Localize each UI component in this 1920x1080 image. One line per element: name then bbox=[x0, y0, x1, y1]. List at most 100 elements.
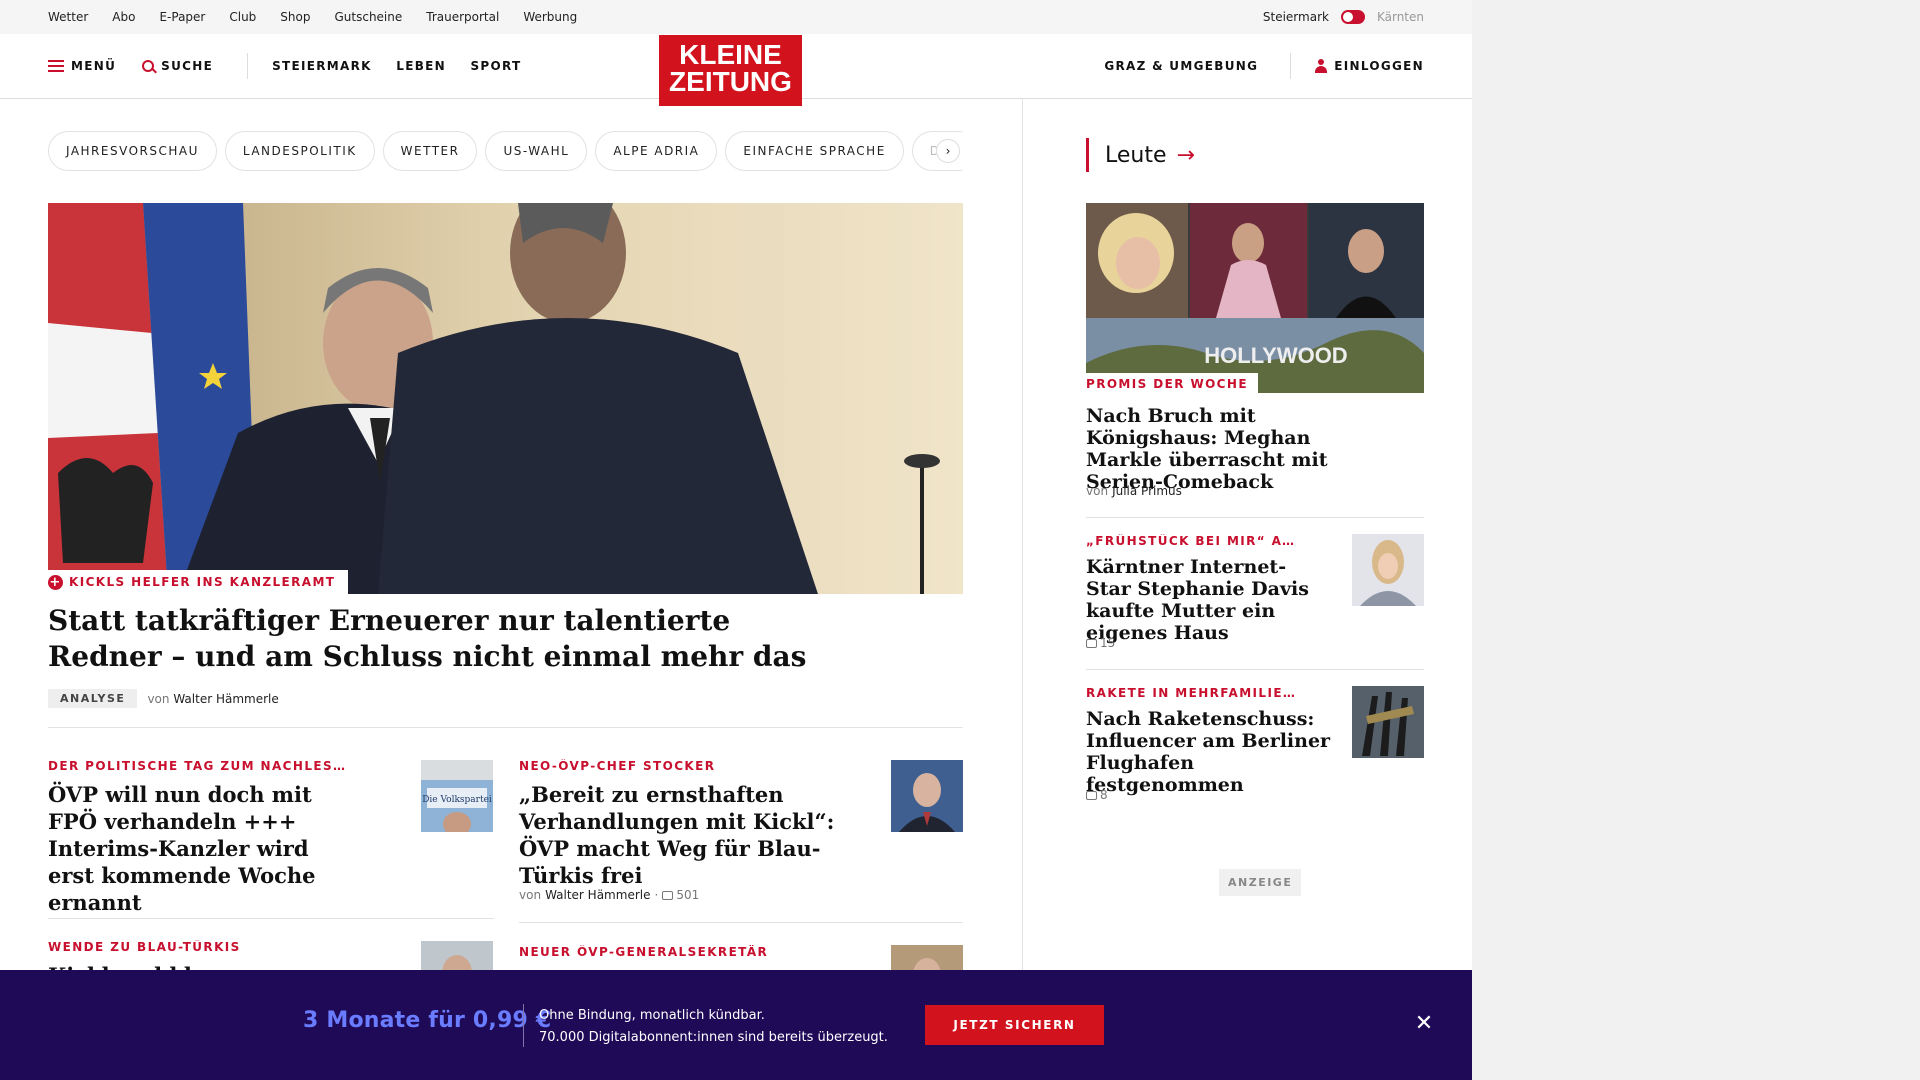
site-logo[interactable]: KLEINE ZEITUNG bbox=[659, 35, 802, 106]
nav-sport[interactable]: SPORT bbox=[470, 59, 521, 73]
comment-count-value: 8 bbox=[1100, 788, 1108, 802]
thumbnail-photo: Die Volkspartei bbox=[421, 760, 493, 832]
banner-line-2: 70.000 Digitalabonnent:innen sind bereit… bbox=[539, 1030, 888, 1045]
subscribe-button[interactable]: JETZT SICHERN bbox=[925, 1005, 1104, 1045]
utility-link-wetter[interactable]: Wetter bbox=[48, 10, 88, 24]
login-label: EINLOGGEN bbox=[1334, 59, 1424, 73]
sidebar-section-header[interactable]: Leute → bbox=[1086, 138, 1195, 172]
sidebar-article-thumbnail[interactable] bbox=[1352, 534, 1424, 606]
comment-icon bbox=[662, 890, 674, 900]
arrow-right-icon: → bbox=[1176, 142, 1195, 168]
topic-pills: JAHRESVORSCHAU LANDESPOLITIK WETTER US-W… bbox=[48, 131, 963, 171]
utility-link-gutscheine[interactable]: Gutscheine bbox=[334, 10, 402, 24]
utility-link-trauerportal[interactable]: Trauerportal bbox=[426, 10, 499, 24]
hero-kicker-text: KICKLS HELFER INS KANZLERAMT bbox=[69, 575, 336, 589]
hero-kicker[interactable]: + KICKLS HELFER INS KANZLERAMT bbox=[48, 570, 349, 594]
sidebar-article[interactable]: RAKETE IN MEHRFAMILIEN... Nach Raketensc… bbox=[1086, 686, 1330, 796]
article-thumbnail[interactable]: Die Volkspartei bbox=[421, 760, 493, 832]
article-card[interactable]: NEO-ÖVP-CHEF STOCKER „Bereit zu ernsthaf… bbox=[519, 759, 859, 889]
byline-prefix: von bbox=[1086, 484, 1109, 498]
top-utility-bar: Wetter Abo E-Paper Club Shop Gutscheine … bbox=[0, 0, 1472, 34]
divider bbox=[48, 727, 963, 728]
banner-line-1: Ohne Bindung, monatlich kündbar. bbox=[539, 1008, 765, 1023]
search-label: SUCHE bbox=[161, 59, 214, 73]
topic-pill[interactable]: WETTER bbox=[382, 131, 478, 171]
article-title[interactable]: Kärntner Internet-Star Stephanie Davis k… bbox=[1086, 556, 1326, 644]
user-icon bbox=[1315, 59, 1328, 73]
analysis-tag: ANALYSE bbox=[48, 689, 138, 708]
article-title[interactable]: „Bereit zu ernsthaften Verhandlungen mit… bbox=[519, 781, 859, 889]
article-card[interactable]: DER POLITISCHE TAG ZUM NACHLESEN ÖVP wil… bbox=[48, 759, 348, 916]
article-kicker: DER POLITISCHE TAG ZUM NACHLESEN bbox=[48, 759, 348, 773]
author-name[interactable]: Walter Hämmerle bbox=[545, 888, 650, 902]
hero-byline: von Walter Hämmerle bbox=[147, 692, 278, 706]
region-toggle[interactable] bbox=[1340, 10, 1365, 24]
article-title[interactable]: Nach Raketenschuss: Influencer am Berlin… bbox=[1086, 708, 1336, 796]
topic-pill[interactable]: US-WAHL bbox=[485, 131, 588, 171]
nav-steiermark[interactable]: STEIERMARK bbox=[272, 59, 372, 73]
search-button[interactable]: SUCHE bbox=[142, 59, 213, 73]
comment-count[interactable]: 501 bbox=[662, 888, 699, 902]
sidebar-article-thumbnail[interactable] bbox=[1352, 686, 1424, 758]
comment-count[interactable]: 15 bbox=[1086, 636, 1115, 650]
utility-link-werbung[interactable]: Werbung bbox=[523, 10, 577, 24]
article-card[interactable]: NEUER ÖVP-GENERALSEKRETÄR bbox=[519, 945, 859, 967]
close-banner-button[interactable]: ✕ bbox=[1409, 1008, 1439, 1038]
logo-line-2: ZEITUNG bbox=[669, 66, 792, 97]
hero-photo bbox=[48, 203, 963, 594]
section-nav: STEIERMARK LEBEN SPORT bbox=[272, 59, 540, 73]
article-kicker: WENDE ZU BLAU-TÜRKIS bbox=[48, 940, 241, 954]
thumbnail-text: Die Volkspartei bbox=[422, 795, 492, 805]
divider bbox=[1086, 669, 1424, 670]
thumbnail-photo bbox=[1352, 534, 1424, 606]
sidebar-article[interactable]: „FRÜHSTÜCK BEI MIR“ AUF ... Kärntner Int… bbox=[1086, 534, 1309, 644]
article-title[interactable]: ÖVP will nun doch mit FPÖ verhandeln +++… bbox=[48, 781, 348, 916]
hamburger-icon bbox=[48, 60, 64, 72]
utility-link-shop[interactable]: Shop bbox=[280, 10, 310, 24]
byline-prefix: von bbox=[519, 888, 542, 902]
hero-meta: ANALYSE von Walter Hämmerle bbox=[48, 689, 279, 708]
region-kaernten[interactable]: Kärnten bbox=[1377, 10, 1424, 24]
comment-count-value: 15 bbox=[1100, 636, 1116, 650]
hero-image[interactable] bbox=[48, 203, 963, 594]
topic-pill[interactable]: JAHRESVORSCHAU bbox=[48, 131, 217, 171]
sidebar-lead-title[interactable]: Nach Bruch mit Königshaus: Meghan Markle… bbox=[1086, 405, 1356, 493]
search-icon bbox=[142, 60, 155, 72]
meta-separator: · bbox=[654, 888, 659, 902]
hero-title[interactable]: Statt tatkräftiger Erneuerer nur talenti… bbox=[48, 603, 848, 675]
utility-link-club[interactable]: Club bbox=[229, 10, 256, 24]
topic-pill[interactable]: LANDESPOLITIK bbox=[224, 131, 375, 171]
banner-price: 3 Monate für 0,99 € bbox=[303, 1008, 552, 1033]
author-name[interactable]: Julia Primus bbox=[1112, 484, 1182, 498]
article-thumbnail[interactable] bbox=[891, 760, 963, 832]
banner-divider bbox=[523, 1004, 524, 1047]
topic-pill[interactable]: ALPE ADRIA bbox=[595, 131, 718, 171]
region-steiermark[interactable]: Steiermark bbox=[1263, 10, 1329, 24]
collage-text: HOLLYWOOD bbox=[1204, 343, 1347, 368]
comment-count[interactable]: 8 bbox=[1086, 788, 1108, 802]
ad-label: ANZEIGE bbox=[1219, 869, 1302, 896]
page: Wetter Abo E-Paper Club Shop Gutscheine … bbox=[0, 0, 1472, 1080]
pills-next-button[interactable]: › bbox=[936, 139, 960, 163]
byline-prefix: von bbox=[147, 691, 170, 706]
menu-button[interactable]: MENÜ bbox=[48, 59, 116, 73]
topic-pill[interactable]: EINFACHE SPRACHE bbox=[725, 131, 904, 171]
article-kicker: RAKETE IN MEHRFAMILIEN... bbox=[1086, 686, 1296, 700]
article-kicker: NEO-ÖVP-CHEF STOCKER bbox=[519, 759, 716, 773]
author-name[interactable]: Walter Hämmerle bbox=[173, 692, 278, 706]
header-right: GRAZ & UMGEBUNG EINLOGGEN bbox=[1104, 53, 1424, 79]
login-button[interactable]: EINLOGGEN bbox=[1315, 59, 1424, 73]
sidebar-lead-byline: von Julia Primus bbox=[1086, 484, 1182, 498]
subscription-banner: 3 Monate für 0,99 € Ohne Bindung, monatl… bbox=[0, 970, 1472, 1080]
region-link[interactable]: GRAZ & UMGEBUNG bbox=[1104, 59, 1258, 73]
menu-label: MENÜ bbox=[71, 59, 117, 73]
divider bbox=[1086, 517, 1424, 518]
sidebar-article-meta: 15 bbox=[1086, 636, 1115, 651]
utility-link-abo[interactable]: Abo bbox=[112, 10, 135, 24]
region-switch: Steiermark Kärnten bbox=[1263, 10, 1424, 24]
sidebar-lead-image[interactable]: HOLLYWOOD bbox=[1086, 203, 1424, 393]
utility-link-epaper[interactable]: E-Paper bbox=[159, 10, 205, 24]
collage-photo: HOLLYWOOD bbox=[1086, 203, 1424, 393]
article-kicker: „FRÜHSTÜCK BEI MIR“ AUF ... bbox=[1086, 534, 1296, 548]
nav-leben[interactable]: LEBEN bbox=[396, 59, 446, 73]
